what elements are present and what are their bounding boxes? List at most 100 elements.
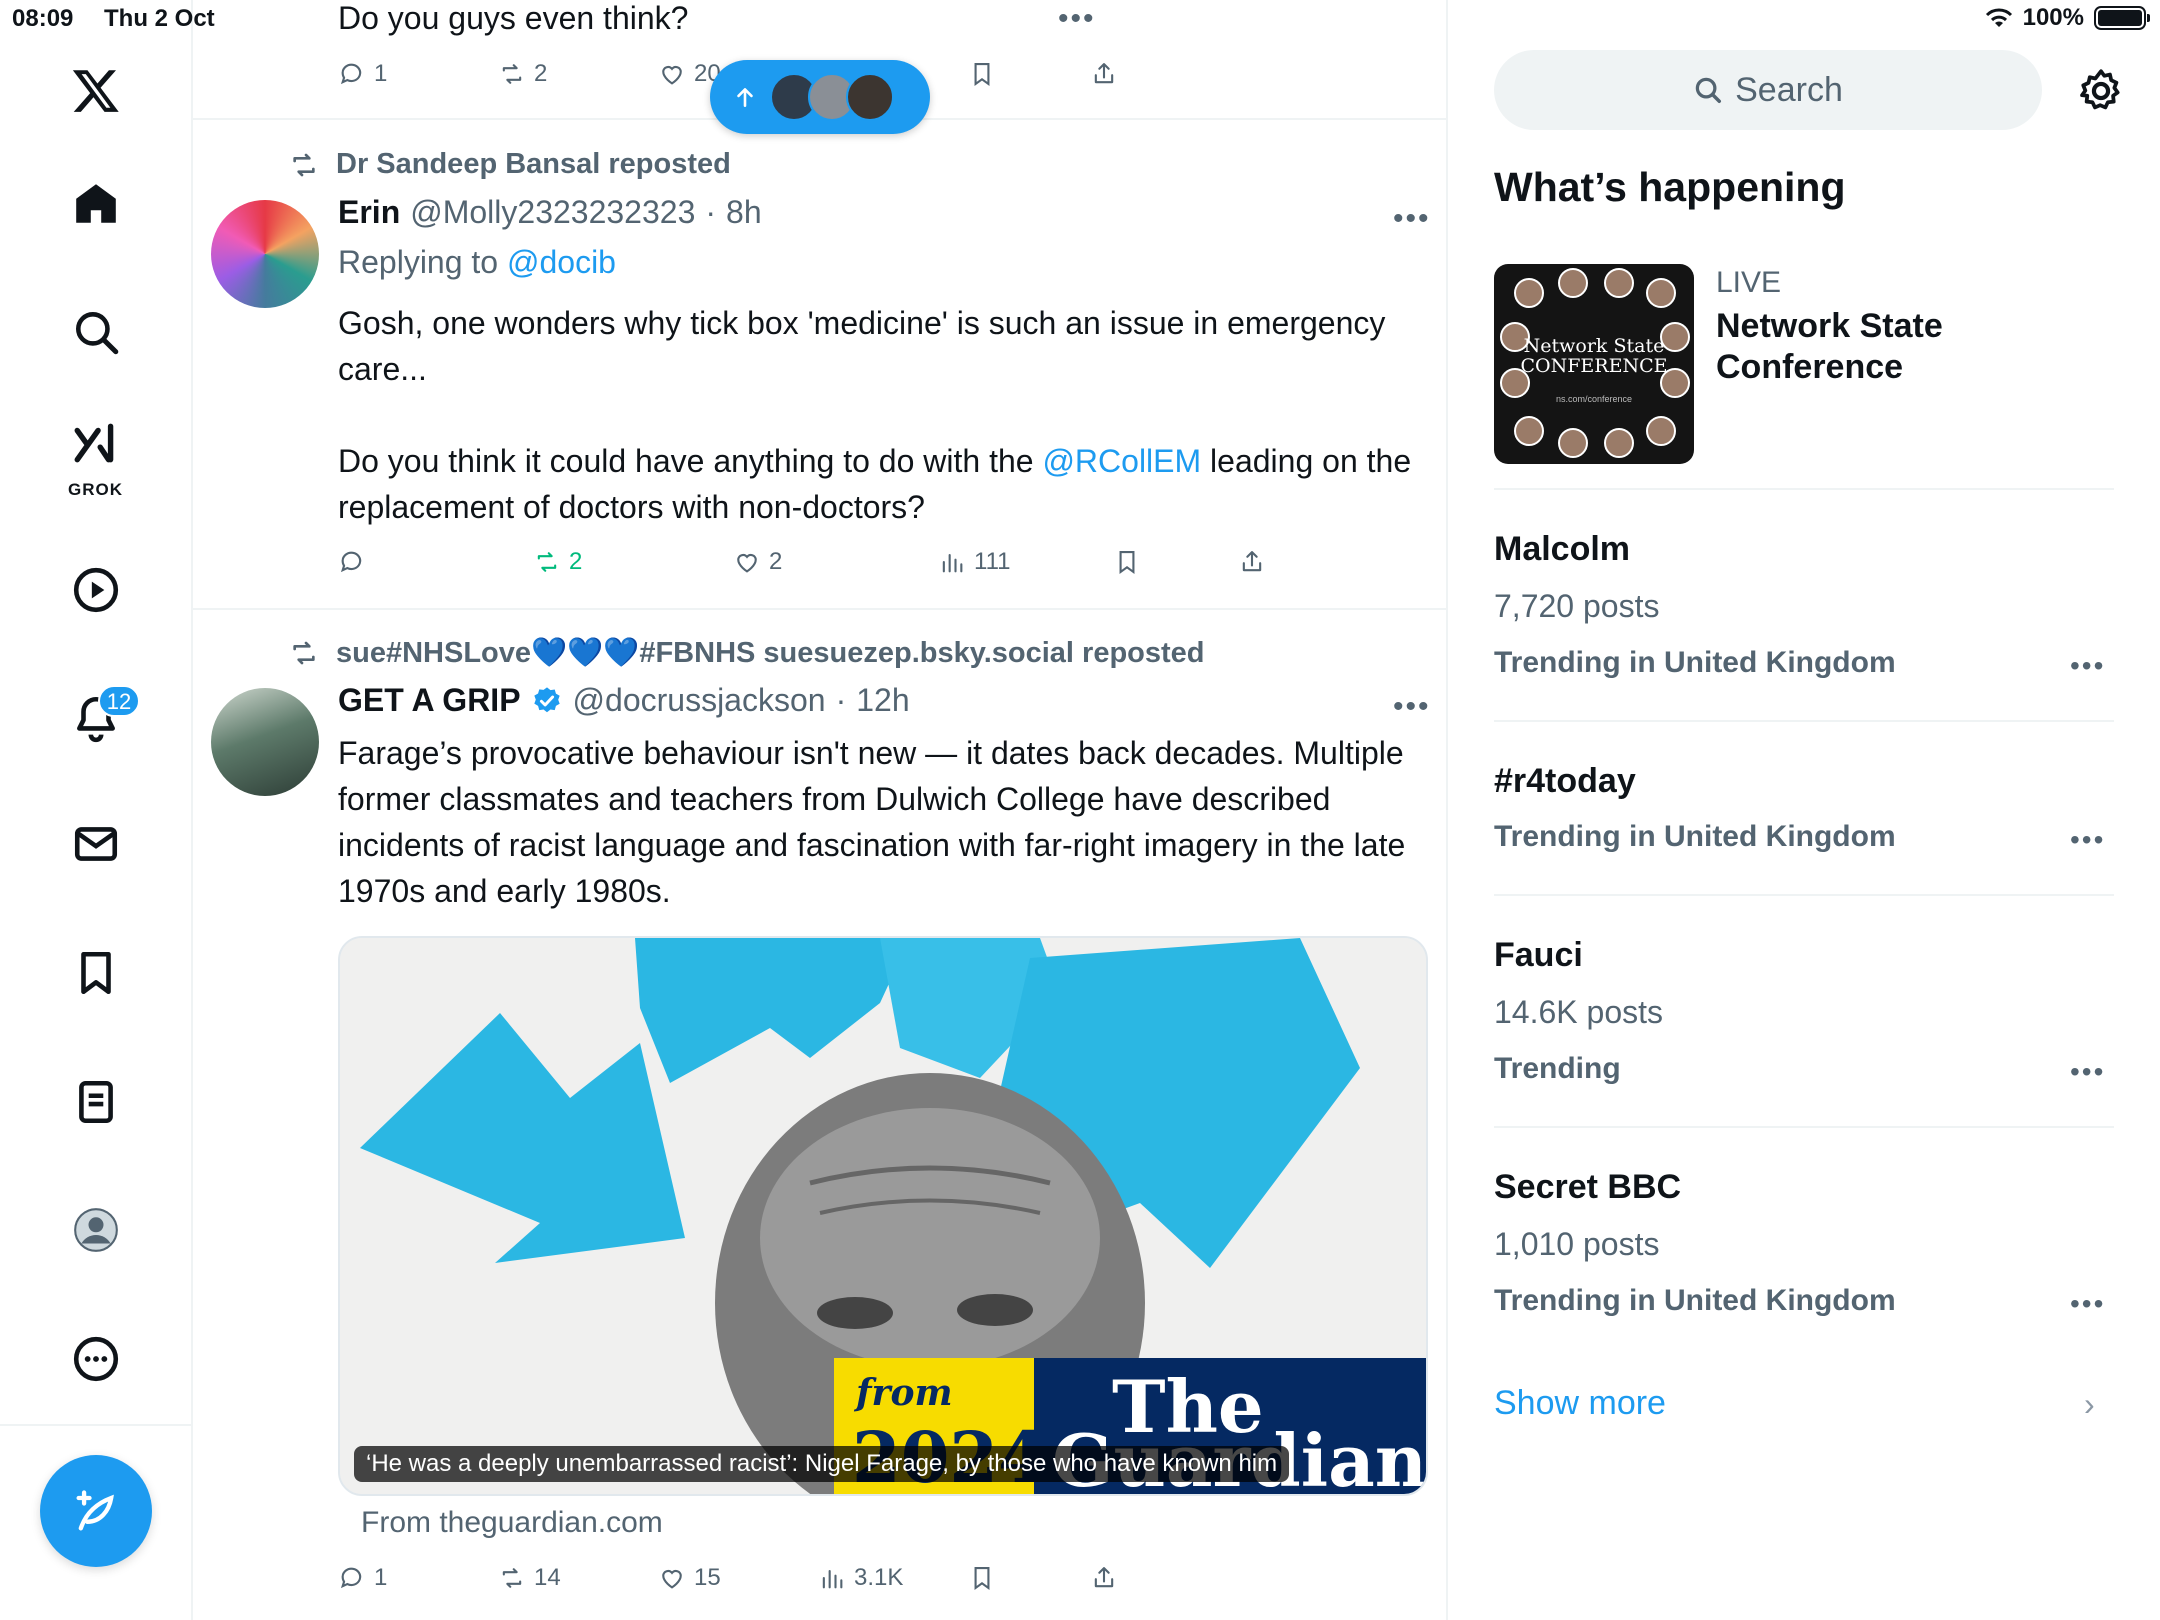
post-text-paragraph: Gosh, one wonders why tick box 'medicine…	[338, 305, 1386, 387]
nav-divider	[0, 1424, 193, 1426]
repost-attribution: Dr Sandeep Bansal reposted	[336, 148, 731, 180]
views-button[interactable]: 111	[938, 548, 1010, 576]
reply-count: 1	[374, 1564, 388, 1591]
more-options-icon[interactable]: •••	[2070, 1288, 2105, 1320]
trend-title: Secret BBC	[1494, 1168, 1682, 1206]
separator: ·	[705, 194, 717, 230]
share-button[interactable]	[1238, 548, 1266, 576]
heart-icon	[737, 553, 757, 573]
avatar[interactable]	[211, 688, 319, 796]
lists-icon[interactable]	[56, 1062, 136, 1142]
home-icon[interactable]	[56, 164, 136, 244]
mention-link[interactable]: @RCollEM	[1042, 443, 1201, 479]
heart-icon	[662, 1569, 682, 1589]
video-icon[interactable]	[56, 550, 136, 630]
arrow-up-icon	[737, 88, 753, 107]
author-name[interactable]: GET A GRIP	[338, 682, 521, 719]
post-text-paragraph: Do you think it could have anything to d…	[338, 443, 1412, 525]
more-options-icon[interactable]: •••	[1393, 692, 1431, 722]
bookmark-icon	[974, 63, 990, 86]
notifications-badge: 12	[98, 685, 140, 717]
link-card-image[interactable]: from 2024 The Guardian ‘He was a deeply …	[338, 936, 1428, 1496]
views-icon	[942, 553, 963, 573]
more-options-icon[interactable]: •••	[2070, 824, 2105, 856]
search-icon[interactable]	[56, 292, 136, 372]
bookmark-icon	[974, 1567, 990, 1590]
like-button[interactable]: 15	[658, 1564, 721, 1592]
repost-count: 2	[569, 548, 583, 575]
reply-button[interactable]	[338, 548, 366, 576]
left-navigation: GROK 12	[0, 0, 193, 1620]
post-time[interactable]: 12h	[856, 682, 909, 719]
battery-percent: 100%	[2022, 4, 2084, 31]
grok-label: GROK	[68, 480, 123, 499]
more-icon[interactable]	[56, 1319, 136, 1399]
bookmark-icon[interactable]	[56, 933, 136, 1013]
repost-button[interactable]: 14	[498, 1564, 561, 1592]
repost-button[interactable]: 2	[498, 60, 547, 88]
repost-icon	[293, 641, 315, 665]
post[interactable]: sue#NHSLove💙💙💙#FBNHS suesuezep.bsky.soci…	[193, 610, 1446, 1620]
trend-context: Trending in United Kingdom	[1494, 1284, 1896, 1317]
bookmark-button[interactable]	[968, 60, 996, 88]
trend-context: Trending in United Kingdom	[1494, 646, 1896, 679]
link-card-title: ‘He was a deeply unembarrassed racist’: …	[354, 1446, 1290, 1482]
section-title: What’s happening	[1494, 164, 1846, 210]
mail-icon[interactable]	[56, 804, 136, 884]
more-options-icon[interactable]: •••	[1393, 204, 1431, 234]
divider	[1494, 720, 2114, 722]
search-placeholder: Search	[1735, 70, 1843, 109]
repost-icon	[293, 153, 315, 176]
avatar	[846, 73, 894, 121]
more-options-icon[interactable]: •••	[2070, 1056, 2105, 1088]
live-event-title[interactable]: Network State Conference	[1716, 306, 2056, 388]
reply-count: 1	[374, 60, 388, 87]
post[interactable]: Dr Sandeep Bansal reposted Erin @Molly23…	[193, 120, 1446, 610]
gear-icon[interactable]	[2076, 66, 2126, 116]
trend-post-count: 14.6K posts	[1494, 994, 1663, 1030]
live-event-thumbnail[interactable]: Network State CONFERENCE ns.com/conferen…	[1494, 264, 1694, 464]
repost-attribution: sue#NHSLove💙💙💙#FBNHS suesuezep.bsky.soci…	[336, 637, 1205, 669]
repost-icon	[537, 552, 557, 572]
replying-mention[interactable]: @docib	[507, 244, 616, 280]
reply-button[interactable]: 1	[338, 60, 387, 88]
trend-context: Trending in United Kingdom	[1494, 820, 1896, 853]
repost-button[interactable]: 2	[533, 548, 582, 576]
author-handle[interactable]: @Molly2323232323	[410, 194, 695, 231]
views-button[interactable]: 3.1K	[818, 1564, 903, 1592]
share-button[interactable]	[1090, 60, 1118, 88]
views-count: 3.1K	[854, 1564, 904, 1591]
repost-icon	[502, 64, 522, 84]
views-icon	[822, 1569, 843, 1589]
verified-badge-icon	[531, 685, 563, 717]
battery-icon	[2094, 6, 2150, 30]
x-logo-icon[interactable]	[56, 50, 136, 130]
author-handle[interactable]: @docrussjackson	[573, 682, 826, 719]
reply-icon	[340, 551, 362, 573]
search-input[interactable]: Search	[1494, 50, 2042, 130]
compose-button[interactable]	[40, 1455, 152, 1567]
thumb-title: Network State CONFERENCE	[1520, 335, 1668, 377]
author-name[interactable]: Erin	[338, 194, 400, 231]
share-icon	[1242, 551, 1262, 572]
separator: ·	[835, 682, 847, 718]
reply-button[interactable]: 1	[338, 1564, 387, 1592]
post-time[interactable]: 8h	[726, 194, 762, 231]
bookmark-button[interactable]	[1113, 548, 1141, 576]
divider	[1494, 488, 2114, 490]
chevron-right-icon[interactable]: ›	[2084, 1386, 2095, 1423]
show-more-link[interactable]: Show more	[1494, 1384, 1666, 1423]
link-source[interactable]: From theguardian.com	[361, 1506, 663, 1540]
trend-post-count: 1,010 posts	[1494, 1226, 1660, 1262]
wifi-icon	[1985, 8, 2012, 27]
reply-icon	[340, 63, 362, 85]
trend-context: Trending	[1494, 1052, 1621, 1085]
avatar[interactable]	[211, 200, 319, 308]
profile-icon[interactable]	[56, 1190, 136, 1270]
like-button[interactable]: 2	[733, 548, 782, 576]
search-icon	[1695, 77, 1722, 103]
replying-prefix: Replying to	[338, 244, 499, 280]
more-options-icon[interactable]: •••	[2070, 650, 2105, 682]
bookmark-button[interactable]	[968, 1564, 996, 1592]
share-button[interactable]	[1090, 1564, 1118, 1592]
